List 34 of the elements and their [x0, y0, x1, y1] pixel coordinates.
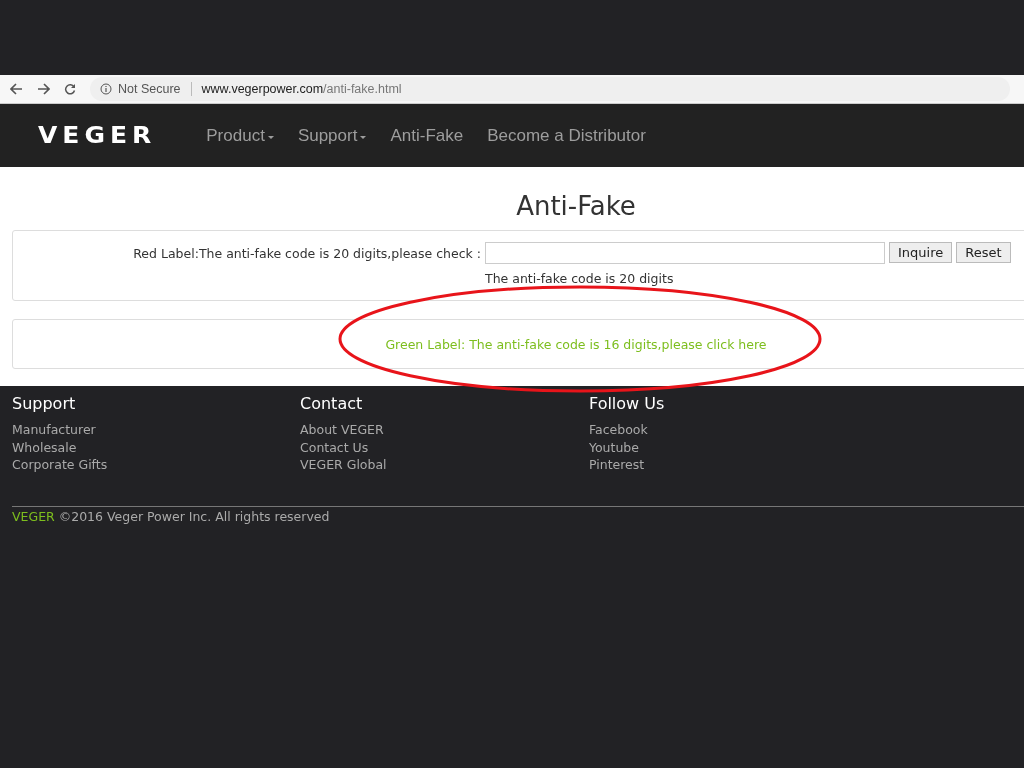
nav-link[interactable]: Product — [194, 125, 286, 146]
security-status: Not Secure — [118, 82, 181, 96]
reload-icon[interactable] — [64, 83, 76, 95]
footer-link[interactable]: VEGER Global — [300, 456, 589, 474]
footer-link[interactable]: Facebook — [589, 421, 889, 439]
code-check-label: Red Label:The anti-fake code is 20 digits,please check : — [132, 245, 481, 261]
footer-link[interactable]: Youtube — [589, 438, 889, 456]
address-bar[interactable]: Not Secure www.vegerpower.com/anti-fake.html — [90, 77, 1010, 101]
copyright-text: ©2016 Veger Power Inc. All rights reserved — [58, 509, 330, 524]
footer-link[interactable]: Corporate Gifts — [12, 456, 300, 474]
footer-link[interactable]: About VEGER — [300, 421, 589, 439]
info-icon[interactable] — [100, 83, 112, 95]
forward-icon[interactable] — [37, 83, 50, 95]
page-title: Anti-Fake — [515, 190, 637, 223]
code-input-field[interactable] — [485, 242, 885, 264]
nav-link[interactable]: Support — [285, 125, 379, 146]
nav-link[interactable]: Become a Distributor — [475, 125, 658, 146]
footer-brand: VEGER — [12, 509, 55, 524]
caret-icon — [360, 135, 367, 139]
footer-link[interactable]: Manufacturer — [12, 421, 300, 439]
inquire-button[interactable]: Inquire — [889, 242, 953, 263]
footer-link[interactable]: Pinterest — [589, 456, 889, 474]
footer-heading: Support — [12, 394, 77, 413]
caret-icon — [267, 135, 274, 139]
footer-heading: Follow Us — [589, 394, 666, 413]
back-icon[interactable] — [10, 83, 23, 95]
reset-button[interactable]: Reset — [956, 242, 1011, 263]
nav-link[interactable]: Anti-Fake — [378, 125, 476, 146]
site-logo[interactable]: VEGER — [38, 122, 157, 149]
url-text: www.vegerpower.com/anti-fake.html — [201, 82, 402, 96]
hint-text: The anti-fake code is 20 digits — [485, 271, 675, 288]
footer-heading: Contact — [300, 394, 364, 413]
footer-link[interactable]: Contact Us — [300, 438, 589, 456]
footer-link[interactable]: Wholesale — [12, 438, 300, 456]
